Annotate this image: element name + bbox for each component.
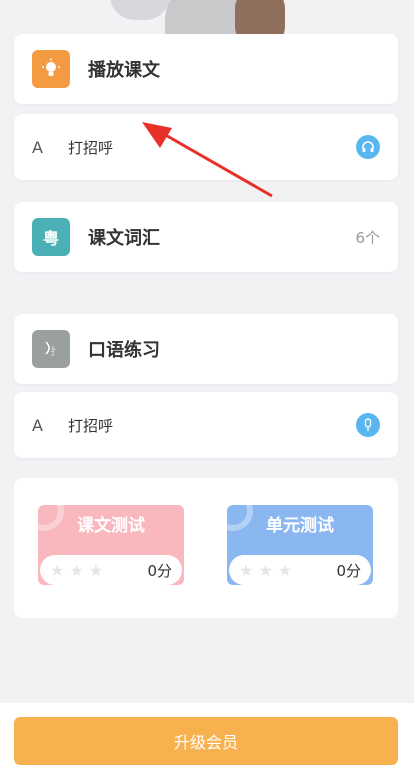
star-icon: ★ (239, 560, 254, 580)
star-icon: ★ (88, 560, 104, 580)
tests-section: 课文测试 ★ ★ ★ 0分 单元测试 ★ ★ ★ 0分 (14, 478, 398, 618)
star-rating: ★ ★ ★ (239, 561, 336, 580)
star-rating: ★ ★ ★ (50, 561, 147, 580)
lesson-test-label: 课文测试 (77, 515, 145, 536)
unit-test-score: 0分 (336, 561, 361, 580)
unit-test-label: 单元测试 (266, 515, 334, 536)
lesson-page: 播放课文 A 打招呼 粤 课文词汇 6个 ꆇ 口语练习 A 打招呼 课文测试 ★… (0, 0, 414, 771)
oral-row[interactable]: A 打招呼 (14, 392, 398, 458)
row-label: 打招呼 (68, 416, 114, 435)
star-icon: ★ (69, 560, 84, 580)
oral-practice-icon: ꆇ (32, 330, 70, 368)
svg-text:ꆇ: ꆇ (50, 346, 57, 359)
lesson-test-score: 0分 (147, 561, 172, 580)
cantonese-char-icon: 粤 (32, 218, 70, 256)
vocab-count: 6个 (355, 228, 380, 247)
play-text-section[interactable]: 播放课文 (14, 34, 398, 104)
row-tag: A (32, 137, 43, 157)
star-icon: ★ (50, 560, 65, 580)
unit-test-card[interactable]: 单元测试 ★ ★ ★ 0分 (227, 505, 373, 585)
vocab-section[interactable]: 粤 课文词汇 6个 (14, 202, 398, 272)
lesson-test-card[interactable]: 课文测试 ★ ★ ★ 0分 (38, 505, 184, 585)
lightbulb-icon (32, 50, 70, 88)
microphone-icon[interactable] (356, 413, 380, 437)
play-text-title: 播放课文 (88, 60, 160, 81)
star-icon: ★ (258, 560, 273, 580)
bottom-bar: 升级会员 (0, 703, 414, 771)
vocab-title: 课文词汇 (88, 228, 160, 249)
upgrade-member-button[interactable]: 升级会员 (14, 717, 398, 765)
headphones-icon[interactable] (356, 135, 380, 159)
row-tag: A (32, 415, 43, 435)
annotation-arrow (142, 122, 273, 198)
oral-title: 口语练习 (88, 340, 160, 361)
star-icon: ★ (277, 560, 293, 580)
oral-section[interactable]: ꆇ 口语练习 (14, 314, 398, 384)
